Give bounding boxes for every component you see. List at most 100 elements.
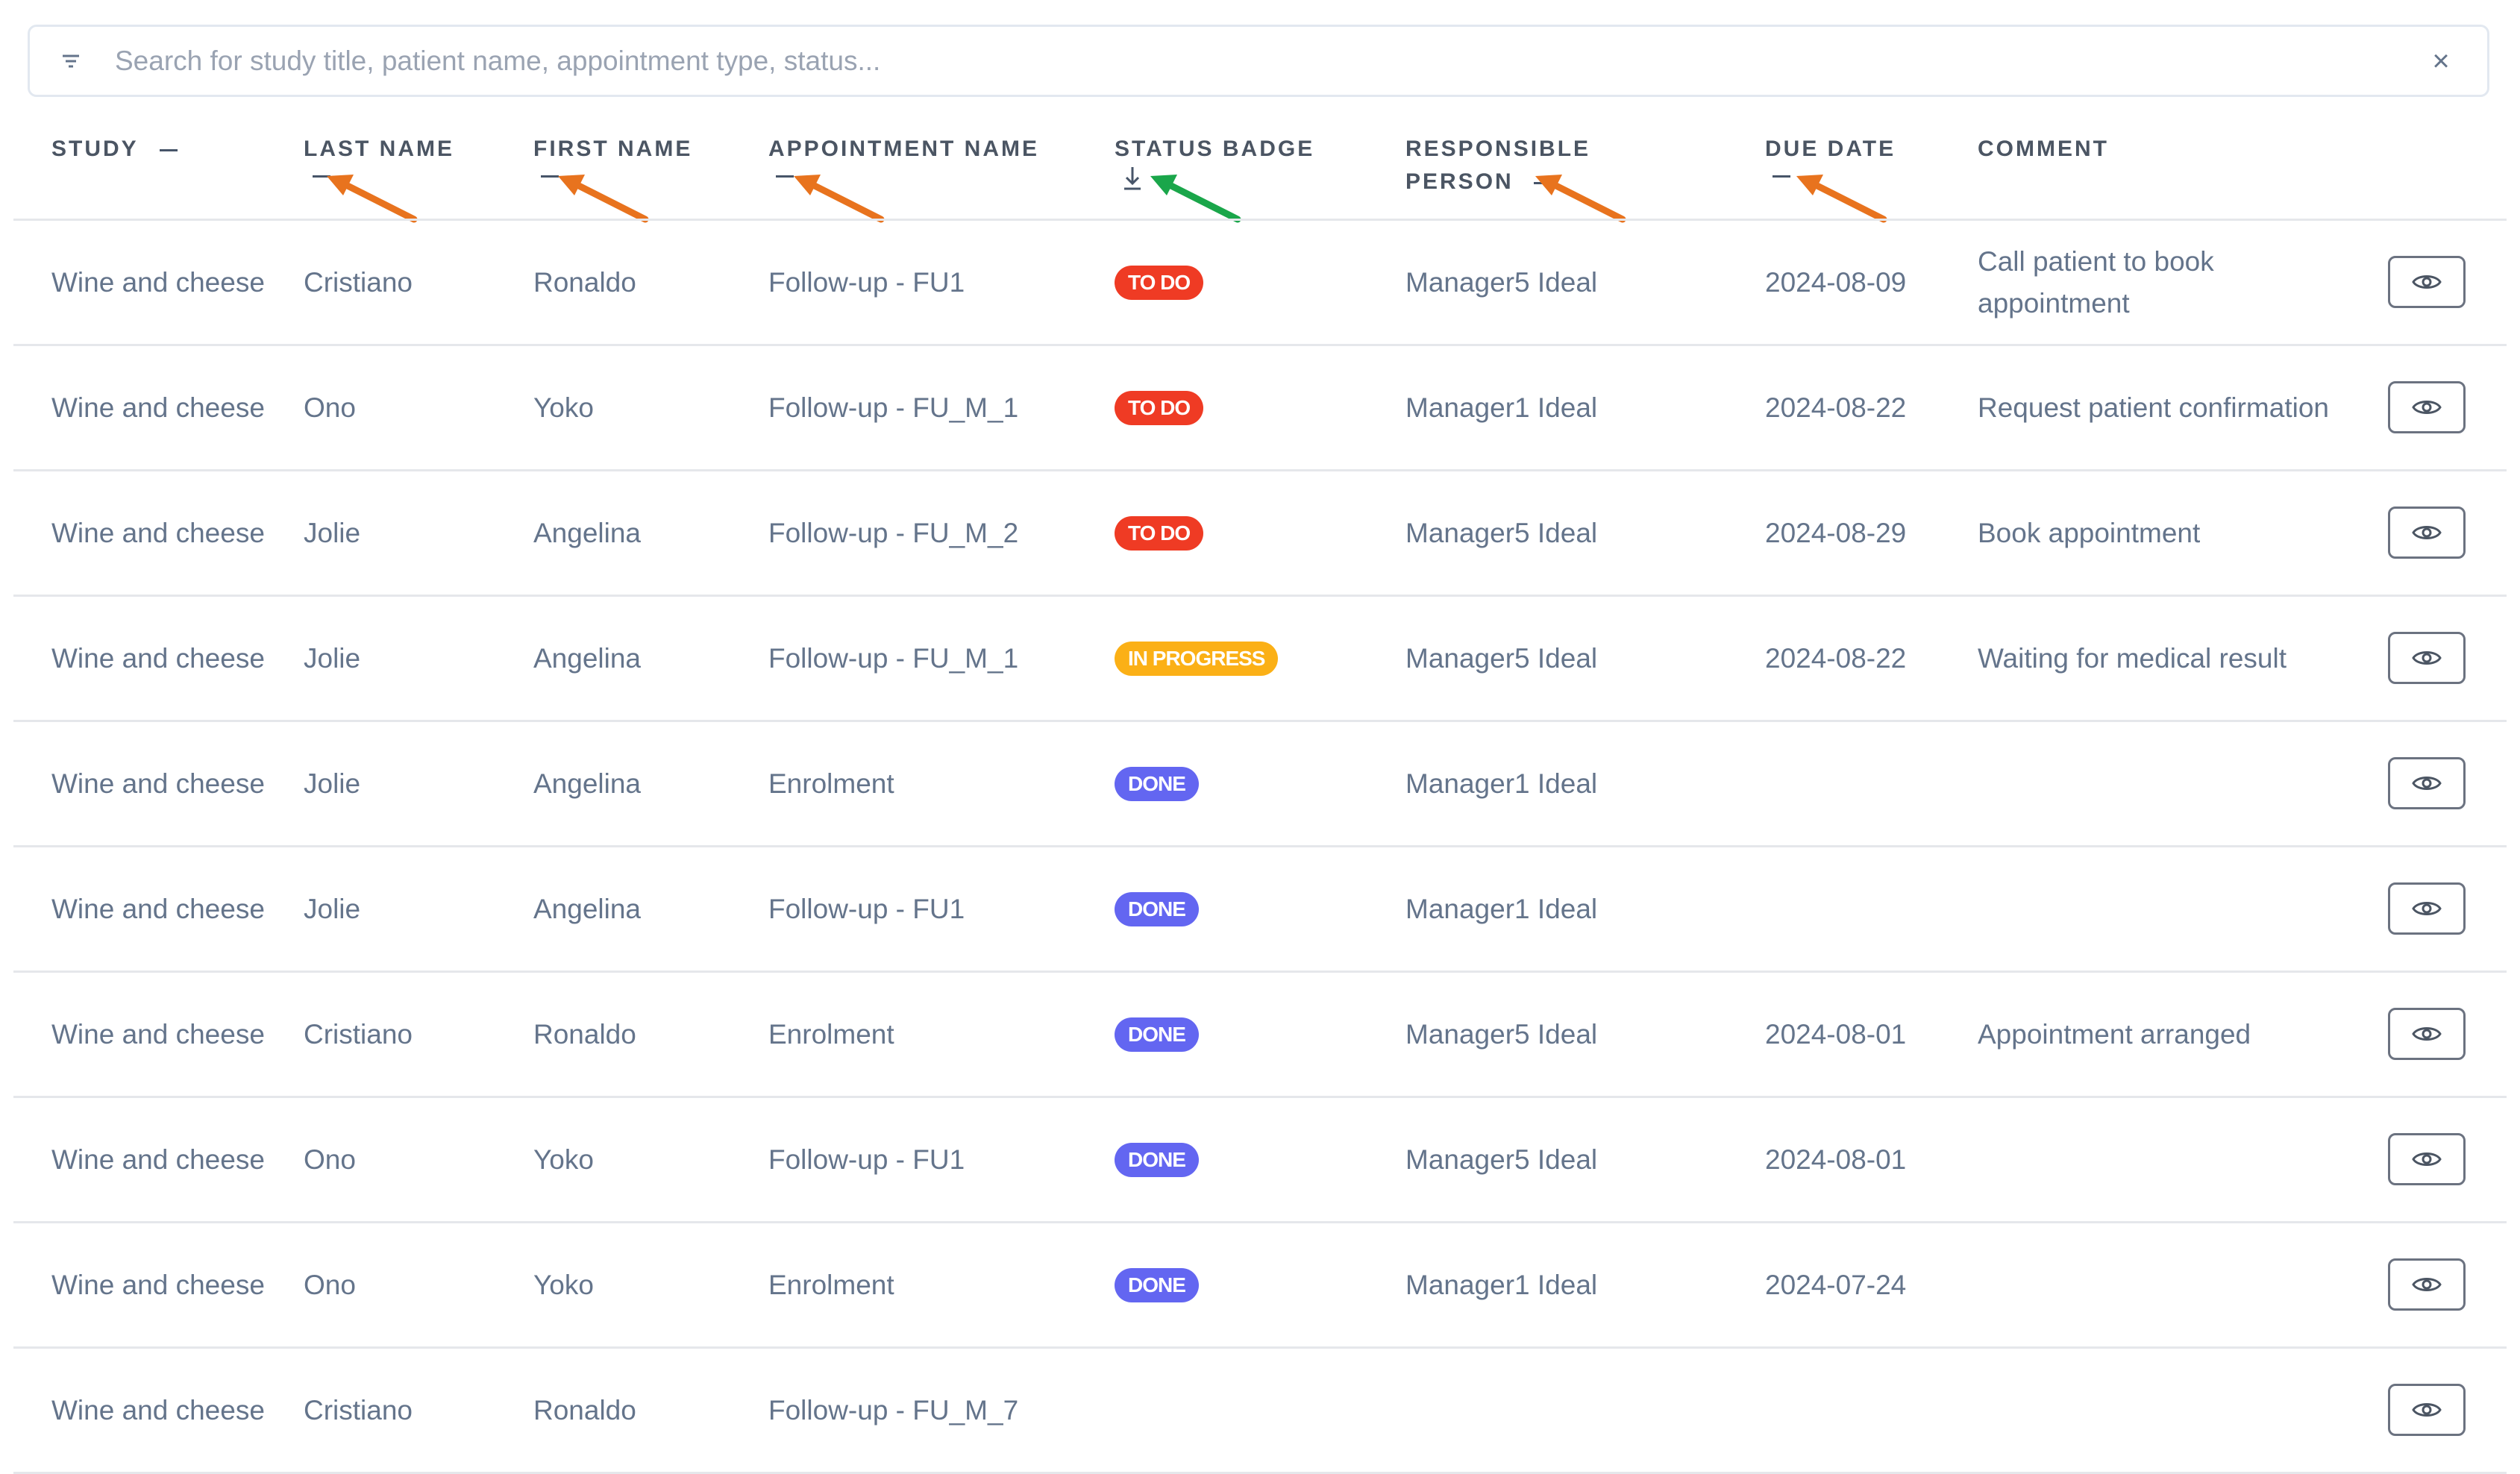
cell-study-text: Wine and cheese xyxy=(51,1018,265,1050)
cell-appointment-name: Follow-up - FU_M_7 xyxy=(768,1349,1104,1472)
cell-responsible-person-text: Manager5 Ideal xyxy=(1405,266,1598,298)
cell-last-name-text: Jolie xyxy=(304,642,361,674)
cell-last-name-text: Jolie xyxy=(304,517,361,548)
cell-study: Wine and cheese xyxy=(51,597,275,720)
cell-appointment-name-text: Follow-up - FU1 xyxy=(768,1144,965,1175)
view-button[interactable] xyxy=(2388,1133,2466,1185)
cell-comment xyxy=(1978,1223,2366,1346)
view-button[interactable] xyxy=(2388,757,2466,809)
cell-study: Wine and cheese xyxy=(51,973,275,1096)
cell-due-date: 2024-08-29 xyxy=(1765,471,1914,595)
table-row[interactable]: Wine and cheese Ono Yoko Follow-up - FU1 DON… xyxy=(13,1098,2507,1223)
clear-search-icon[interactable]: × xyxy=(2425,46,2457,76)
table-row[interactable]: Wine and cheese Jolie Angelina Enrolment DON… xyxy=(13,722,2507,847)
cell-last-name-text: Cristiano xyxy=(304,1394,413,1426)
view-button[interactable] xyxy=(2388,507,2466,559)
cell-status-badge: DONE xyxy=(1115,973,1398,1096)
column-header-due-date-label: DUE DATE xyxy=(1765,137,1896,161)
table-row[interactable]: Wine and cheese Jolie Angelina Follow-up - … xyxy=(13,847,2507,973)
cell-first-name: Angelina xyxy=(533,597,757,720)
cell-responsible-person: Manager1 Ideal xyxy=(1405,1223,1749,1346)
cell-last-name-text: Cristiano xyxy=(304,266,413,298)
cell-comment: Appointment arranged xyxy=(1978,973,2366,1096)
cell-due-date xyxy=(1765,722,1914,845)
cell-study: Wine and cheese xyxy=(51,1098,275,1221)
sort-none-icon[interactable] xyxy=(160,148,178,151)
column-header-first-name-label: FIRST NAME xyxy=(533,137,693,161)
view-button[interactable] xyxy=(2388,882,2466,935)
cell-due-date-text: 2024-08-01 xyxy=(1765,1018,1907,1050)
cell-first-name-text: Ronaldo xyxy=(533,266,636,298)
cell-study: Wine and cheese xyxy=(51,471,275,595)
cell-last-name: Cristiano xyxy=(304,973,520,1096)
cell-study: Wine and cheese xyxy=(51,847,275,970)
status-badge: IN PROGRESS xyxy=(1115,641,1279,676)
cell-last-name-text: Cristiano xyxy=(304,1018,413,1050)
column-header-comment: COMMENT xyxy=(1978,133,2109,166)
cell-comment-text: Appointment arranged xyxy=(1978,1018,2251,1050)
cell-due-date: 2024-08-22 xyxy=(1765,597,1914,720)
cell-study: Wine and cheese xyxy=(51,722,275,845)
view-button[interactable] xyxy=(2388,1008,2466,1060)
status-badge: TO DO xyxy=(1115,265,1204,300)
view-button[interactable] xyxy=(2388,1258,2466,1311)
view-button[interactable] xyxy=(2388,256,2466,308)
cell-status-badge: TO DO xyxy=(1115,221,1398,344)
table-row[interactable]: Wine and cheese Cristiano Ronaldo Enrolment… xyxy=(13,973,2507,1098)
cell-responsible-person: Manager5 Ideal xyxy=(1405,1098,1749,1221)
column-header-study[interactable]: STUDY xyxy=(51,133,178,166)
cell-comment xyxy=(1978,1098,2366,1221)
column-header-study-label: STUDY xyxy=(51,137,139,161)
table-row[interactable]: Wine and cheese Jolie Angelina Follow-up - … xyxy=(13,597,2507,722)
view-button[interactable] xyxy=(2388,381,2466,433)
cell-appointment-name: Follow-up - FU1 xyxy=(768,221,1104,344)
cell-first-name-text: Ronaldo xyxy=(533,1018,636,1050)
table-row[interactable]: Wine and cheese Ono Yoko Follow-up - FU_M_1… xyxy=(13,346,2507,471)
cell-appointment-name-text: Enrolment xyxy=(768,1018,894,1050)
cell-first-name: Yoko xyxy=(533,1223,757,1346)
cell-comment xyxy=(1978,722,2366,845)
sort-none-icon[interactable] xyxy=(1773,175,1790,178)
cell-due-date xyxy=(1765,847,1914,970)
cell-due-date: 2024-08-09 xyxy=(1765,221,1914,344)
cell-comment xyxy=(1978,847,2366,970)
cell-last-name-text: Jolie xyxy=(304,893,361,924)
cell-status-badge xyxy=(1115,1349,1398,1472)
eye-icon xyxy=(2412,1152,2442,1166)
sort-descending-icon[interactable] xyxy=(1122,167,1143,196)
eye-icon xyxy=(2412,777,2442,790)
cell-due-date: 2024-08-01 xyxy=(1765,973,1914,1096)
cell-last-name: Jolie xyxy=(304,847,520,970)
cell-first-name-text: Yoko xyxy=(533,1144,594,1175)
view-button[interactable] xyxy=(2388,1384,2466,1436)
column-header-appointment-name-label: APPOINTMENT NAME xyxy=(768,137,1039,161)
eye-icon xyxy=(2412,651,2442,665)
cell-responsible-person-text: Manager5 Ideal xyxy=(1405,517,1598,548)
cell-first-name: Ronaldo xyxy=(533,973,757,1096)
table-row[interactable]: Wine and cheese Jolie Angelina Follow-up - … xyxy=(13,471,2507,597)
cell-comment: Request patient confirmation xyxy=(1978,346,2366,469)
view-button[interactable] xyxy=(2388,632,2466,684)
cell-last-name: Cristiano xyxy=(304,1349,520,1472)
status-badge: TO DO xyxy=(1115,390,1204,425)
cell-first-name: Angelina xyxy=(533,471,757,595)
cell-comment: Call patient to book appointment xyxy=(1978,221,2366,344)
cell-study: Wine and cheese xyxy=(51,221,275,344)
cell-status-badge: DONE xyxy=(1115,1223,1398,1346)
cell-due-date-text: 2024-08-22 xyxy=(1765,642,1907,674)
table-row[interactable]: Wine and cheese Ono Yoko Enrolment DONE Manag… xyxy=(13,1223,2507,1349)
eye-icon xyxy=(2412,275,2442,289)
cell-responsible-person-text: Manager5 Ideal xyxy=(1405,1144,1598,1175)
column-header-responsible-label-line1: RESPONSIBLE xyxy=(1405,137,1591,161)
cell-study-text: Wine and cheese xyxy=(51,266,265,298)
eye-icon xyxy=(2412,526,2442,539)
cell-appointment-name: Enrolment xyxy=(768,1223,1104,1346)
status-badge: DONE xyxy=(1115,891,1199,926)
cell-appointment-name-text: Follow-up - FU1 xyxy=(768,893,965,924)
search-input[interactable] xyxy=(115,45,2425,77)
cell-responsible-person: Manager5 Ideal xyxy=(1405,973,1749,1096)
cell-appointment-name: Follow-up - FU_M_1 xyxy=(768,346,1104,469)
search-bar[interactable]: × xyxy=(28,25,2489,97)
status-badge: DONE xyxy=(1115,766,1199,801)
table-row[interactable]: Wine and cheese Cristiano Ronaldo Follow-up… xyxy=(13,221,2507,346)
